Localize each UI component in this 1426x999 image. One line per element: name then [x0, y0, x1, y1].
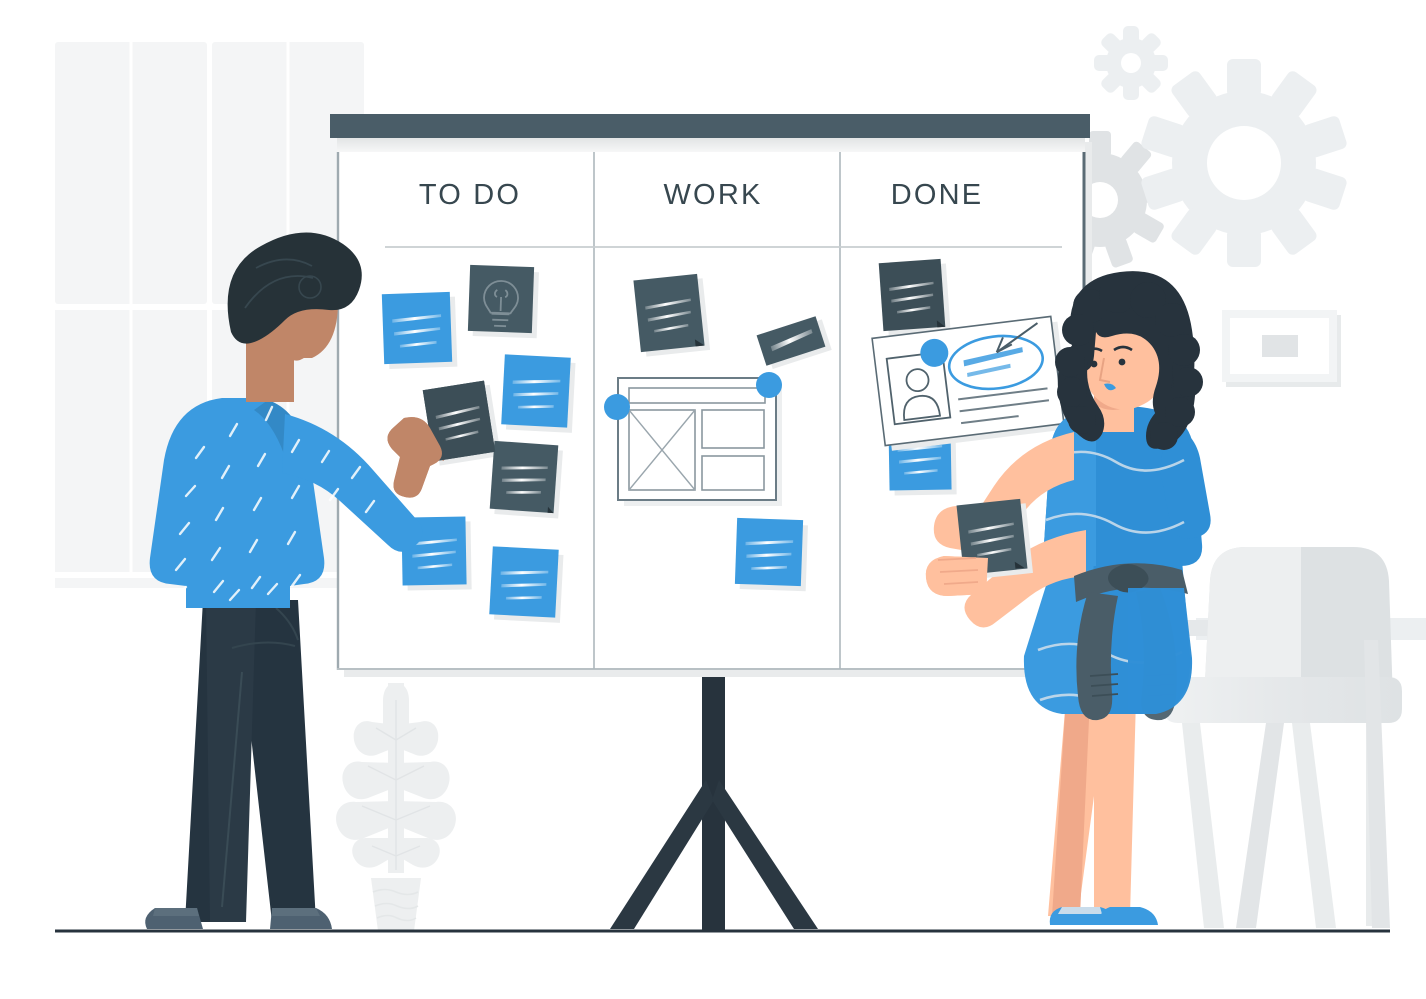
right-person-shoe-2 — [1099, 907, 1158, 925]
pin-right[interactable] — [756, 372, 782, 398]
note-blue-1[interactable] — [381, 291, 458, 370]
profile-card[interactable] — [871, 315, 1071, 452]
board-top-bar — [330, 114, 1090, 138]
note-blue-5[interactable] — [734, 517, 808, 592]
column-header-todo: TO DO — [419, 179, 521, 211]
frame-inner-rect — [1262, 335, 1298, 357]
note-dark-2[interactable] — [489, 440, 563, 519]
chair-leg-1 — [1182, 723, 1224, 928]
gear-large-icon — [1141, 59, 1347, 267]
eye-right — [1118, 358, 1126, 366]
pin-left[interactable] — [604, 394, 630, 420]
right-person-hand-over-note — [925, 556, 988, 596]
wireframe-image-placeholder — [628, 409, 696, 491]
wireframe-box-top-right — [701, 409, 765, 449]
wall-picture-frame — [1222, 310, 1341, 387]
illustration-canvas: TO DO WORK DONE — [0, 0, 1426, 999]
note-blue-4[interactable] — [489, 546, 564, 623]
chair-leg-3 — [1292, 723, 1336, 928]
whiteboard-tripod-stand — [610, 668, 818, 931]
note-blue-2[interactable] — [501, 354, 576, 433]
note-dark-3[interactable] — [633, 273, 711, 357]
wireframe-header-bar — [628, 387, 766, 404]
note-dark-4[interactable] — [878, 258, 951, 336]
column-header-done: DONE — [891, 179, 984, 211]
wireframe-box-bottom-right — [701, 455, 765, 491]
chair-leg-2 — [1236, 723, 1284, 928]
scene-svg: TO DO WORK DONE — [55, 26, 1426, 933]
column-header-work: WORK — [663, 179, 762, 211]
wireframe-mockup[interactable] — [604, 372, 782, 506]
note-idea[interactable] — [467, 264, 539, 339]
gear-small-icon — [1094, 26, 1168, 100]
